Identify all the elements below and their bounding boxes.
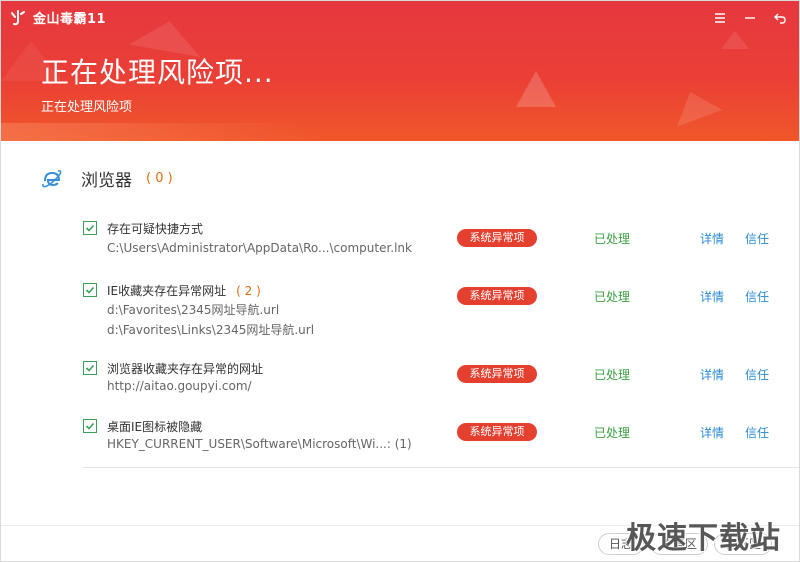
app-window: 金山毒霸11 正在处理风险项... 正在处理风险项 浏览器 ( 0 ) 存在可疑… xyxy=(0,0,800,562)
item-title: IE收藏夹存在异常网址 ( 2 ) xyxy=(107,282,261,299)
item-title-text: 桌面IE图标被隐藏 xyxy=(107,420,203,434)
window-controls xyxy=(707,7,793,29)
status-badge: 系统异常项 xyxy=(457,423,537,441)
item-title-text: IE收藏夹存在异常网址 xyxy=(107,284,227,298)
page-title: 正在处理风险项... xyxy=(41,56,274,89)
app-name: 金山毒霸11 xyxy=(33,12,107,27)
item-path: HKEY_CURRENT_USER\Software\Microsoft\Wi.… xyxy=(107,437,412,451)
list-item: 存在可疑快捷方式 C:\Users\Administrator\AppData\… xyxy=(83,215,783,265)
minimize-icon[interactable] xyxy=(737,7,763,29)
item-path: C:\Users\Administrator\AppData\Ro...\com… xyxy=(107,241,412,255)
ie-icon xyxy=(42,169,62,187)
list-item: 浏览器收藏夹存在异常的网址 http://aitao.goupyi.com/ 系… xyxy=(83,355,783,405)
detail-link[interactable]: 详情 xyxy=(700,288,724,305)
status-badge: 系统异常项 xyxy=(457,365,537,383)
item-checkbox[interactable] xyxy=(83,361,97,375)
trust-link[interactable]: 信任 xyxy=(745,424,769,441)
item-path: d:\Favorites\Links\2345网址导航.url xyxy=(107,323,315,337)
item-status: 已处理 xyxy=(594,290,631,304)
watermark: 极速下载站 xyxy=(626,521,781,556)
status-badge: 系统异常项 xyxy=(457,287,537,305)
item-title: 桌面IE图标被隐藏 xyxy=(107,418,202,435)
detail-link[interactable]: 详情 xyxy=(700,230,724,247)
item-checkbox[interactable] xyxy=(83,283,97,297)
detail-link[interactable]: 详情 xyxy=(700,366,724,383)
item-title-text: 存在可疑快捷方式 xyxy=(107,222,204,236)
item-path: http://aitao.goupyi.com/ xyxy=(107,379,252,393)
item-title-text: 浏览器收藏夹存在异常的网址 xyxy=(107,362,264,376)
item-path: d:\Favorites\2345网址导航.url xyxy=(107,303,280,317)
item-checkbox[interactable] xyxy=(83,419,97,433)
item-title: 浏览器收藏夹存在异常的网址 xyxy=(107,360,263,377)
section-header-browser: 浏览器 ( 0 ) xyxy=(41,166,173,191)
page-subtitle: 正在处理风险项 xyxy=(41,100,133,115)
item-count: ( 2 ) xyxy=(236,284,261,298)
item-status: 已处理 xyxy=(594,426,631,440)
detail-link[interactable]: 详情 xyxy=(700,424,724,441)
trust-link[interactable]: 信任 xyxy=(745,230,769,247)
trust-link[interactable]: 信任 xyxy=(745,288,769,305)
item-checkbox[interactable] xyxy=(83,221,97,235)
list-item: 桌面IE图标被隐藏 HKEY_CURRENT_USER\Software\Mic… xyxy=(83,413,783,463)
section-count: ( 0 ) xyxy=(146,171,173,186)
section-title: 浏览器 xyxy=(81,171,132,191)
item-status: 已处理 xyxy=(594,368,631,382)
back-icon[interactable] xyxy=(767,7,793,29)
header-banner: 金山毒霸11 正在处理风险项... 正在处理风险项 xyxy=(1,1,799,141)
item-status: 已处理 xyxy=(594,232,631,246)
menu-icon[interactable] xyxy=(707,7,733,29)
app-logo: 金山毒霸11 xyxy=(9,8,106,27)
item-title: 存在可疑快捷方式 xyxy=(107,220,203,237)
list-item: IE收藏夹存在异常网址 ( 2 ) d:\Favorites\2345网址导航.u… xyxy=(83,277,783,343)
logo-icon xyxy=(11,9,25,25)
list-divider xyxy=(83,467,799,468)
status-badge: 系统异常项 xyxy=(457,229,537,247)
trust-link[interactable]: 信任 xyxy=(745,366,769,383)
